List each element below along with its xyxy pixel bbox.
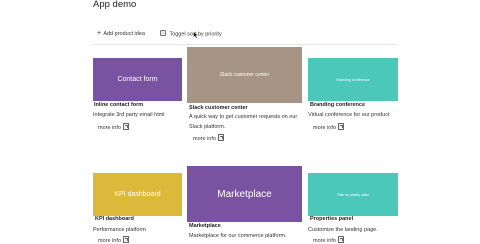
more-info-label: more info xyxy=(98,125,121,131)
mouse-cursor-icon xyxy=(193,31,199,39)
card-thumbnail: Marketplace xyxy=(187,166,302,222)
more-info-link[interactable]: more info xyxy=(313,123,345,131)
external-link-icon xyxy=(122,123,130,130)
card-description: Customize the landing page. xyxy=(308,227,378,233)
card-description: Virtual conference for our product xyxy=(308,112,390,118)
plus-icon: + xyxy=(97,30,102,37)
card-title: Inline contact form xyxy=(94,102,144,108)
checkbox-icon[interactable] xyxy=(160,30,166,36)
card-inline-contact-form: Contact form Inline contact form Integra… xyxy=(93,58,182,138)
external-link-icon xyxy=(337,123,345,130)
thumbnail-label: Branding conference xyxy=(336,77,370,82)
external-link-icon xyxy=(337,236,345,243)
external-link-icon xyxy=(217,134,225,141)
thumbnail-label: Slack customer center xyxy=(219,72,270,78)
card-description: A quick way to get customer requests on … xyxy=(189,114,298,130)
card-slack-customer-center: Slack customer center Slack customer cen… xyxy=(187,47,302,142)
card-description: Performance platform xyxy=(93,227,146,233)
toggle-sort-button[interactable]: Toggel sort by priority xyxy=(160,30,222,38)
external-link-icon xyxy=(122,236,130,243)
card-properties-panel: Filter by priority strike Properties pan… xyxy=(308,173,398,244)
more-info-label: more info xyxy=(98,238,121,244)
card-title: Slack customer center xyxy=(189,105,248,111)
card-title: Branding conference xyxy=(310,102,366,108)
card-description: Marketplace for our commerce platform. xyxy=(189,233,287,239)
card-thumbnail: Contact form xyxy=(93,58,182,101)
card-thumbnail: KPI dashboard xyxy=(93,173,182,216)
card-branding-conference: Branding conference Branding conference … xyxy=(308,58,398,138)
card-marketplace: Marketplace Marketplace Marketplace for … xyxy=(187,166,302,243)
thumbnail-label: Filter by priority strike xyxy=(336,192,370,197)
card-thumbnail: Branding conference xyxy=(308,58,398,101)
card-kpi-dashboard: KPI dashboard KPI dashboard Performance … xyxy=(93,173,182,244)
toolbar-divider xyxy=(93,44,397,45)
card-thumbnail: Slack customer center xyxy=(187,47,302,103)
more-info-link[interactable]: more info xyxy=(193,134,225,142)
more-info-label: more info xyxy=(193,136,216,142)
card-description: Integrate 3rd party email html xyxy=(93,112,165,118)
app-title: App demo xyxy=(93,0,137,10)
more-info-link[interactable]: more info xyxy=(98,123,130,131)
card-title: KPI dashboard xyxy=(95,216,134,222)
add-product-idea-label: Add product idea xyxy=(103,31,145,37)
thumbnail-label: Contact form xyxy=(117,76,158,83)
more-info-label: more info xyxy=(313,238,336,244)
thumbnail-label: Marketplace xyxy=(217,188,272,200)
more-info-label: more info xyxy=(313,125,336,131)
card-thumbnail: Filter by priority strike xyxy=(308,173,398,216)
card-title: Properties panel xyxy=(310,216,354,222)
thumbnail-label: KPI dashboard xyxy=(114,191,161,198)
add-product-idea-button[interactable]: + Add product idea xyxy=(97,30,145,37)
card-title: Marketplace xyxy=(189,223,221,229)
